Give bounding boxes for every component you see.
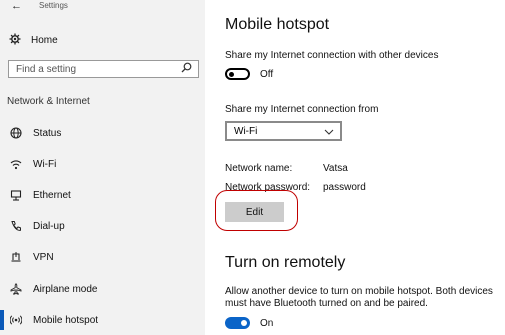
selection-indicator (0, 310, 4, 330)
airplane-icon (9, 282, 23, 296)
network-name-value: Vatsa (323, 163, 348, 174)
title-bar: ← Settings (0, 0, 205, 14)
sidebar-item-label: Mobile hotspot (33, 314, 99, 326)
window-title: Settings (39, 1, 68, 10)
share-connection-toggle[interactable] (225, 68, 250, 80)
sidebar-item-label: Ethernet (33, 189, 71, 201)
phone-icon (9, 219, 23, 233)
remote-toggle[interactable] (225, 317, 250, 329)
wifi-icon (9, 157, 23, 171)
sidebar-item-label: Status (33, 127, 62, 139)
sidebar-item-mobile-hotspot[interactable]: Mobile hotspot (9, 313, 98, 327)
turn-on-remotely-heading: Turn on remotely (225, 254, 346, 271)
sidebar-item-status[interactable]: Status (9, 126, 61, 140)
sidebar-item-label: Dial-up (33, 220, 65, 232)
share-from-value: Wi-Fi (234, 125, 258, 137)
sidebar-item-label: VPN (33, 251, 54, 263)
sidebar-item-dialup[interactable]: Dial-up (9, 219, 65, 233)
remote-description-line1: Allow another device to turn on mobile h… (225, 286, 493, 297)
network-password-value: password (323, 182, 366, 193)
search-icon[interactable] (181, 60, 192, 78)
page-title: Mobile hotspot (225, 16, 330, 33)
sidebar-item-label: Wi-Fi (33, 158, 57, 170)
sidebar-item-label: Airplane mode (33, 283, 98, 295)
sidebar: ← Settings Home Find a setting Network &… (0, 0, 205, 335)
chevron-down-icon (324, 122, 334, 140)
ethernet-icon (9, 188, 23, 202)
share-from-dropdown[interactable]: Wi-Fi (225, 121, 342, 141)
home-icon (9, 33, 21, 48)
toggle-knob (229, 71, 234, 77)
home-label: Home (31, 34, 58, 46)
search-placeholder: Find a setting (16, 63, 77, 75)
vpn-icon (9, 250, 23, 264)
hotspot-icon (9, 313, 23, 327)
search-box[interactable]: Find a setting (8, 60, 199, 78)
share-connection-label: Share my Internet connection with other … (225, 50, 439, 61)
globe-icon (9, 126, 23, 140)
remote-toggle-state: On (260, 318, 274, 329)
sidebar-item-vpn[interactable]: VPN (9, 250, 54, 264)
main-content: Mobile hotspot Share my Internet connect… (205, 0, 505, 335)
sidebar-item-ethernet[interactable]: Ethernet (9, 188, 71, 202)
network-name-label: Network name: (225, 163, 293, 174)
share-from-label: Share my Internet connection from (225, 104, 379, 115)
sidebar-item-wifi[interactable]: Wi-Fi (9, 157, 56, 171)
remote-description-line2: must have Bluetooth turned on and be pai… (225, 298, 428, 309)
network-password-label: Network password: (225, 182, 311, 193)
toggle-knob (241, 320, 247, 326)
home-link[interactable]: Home (9, 33, 58, 47)
back-arrow-icon[interactable]: ← (11, 1, 22, 12)
sidebar-item-airplane-mode[interactable]: Airplane mode (9, 282, 97, 296)
share-connection-toggle-state: Off (260, 69, 274, 80)
edit-button[interactable]: Edit (225, 202, 284, 222)
section-network-internet: Network & Internet (7, 96, 90, 107)
